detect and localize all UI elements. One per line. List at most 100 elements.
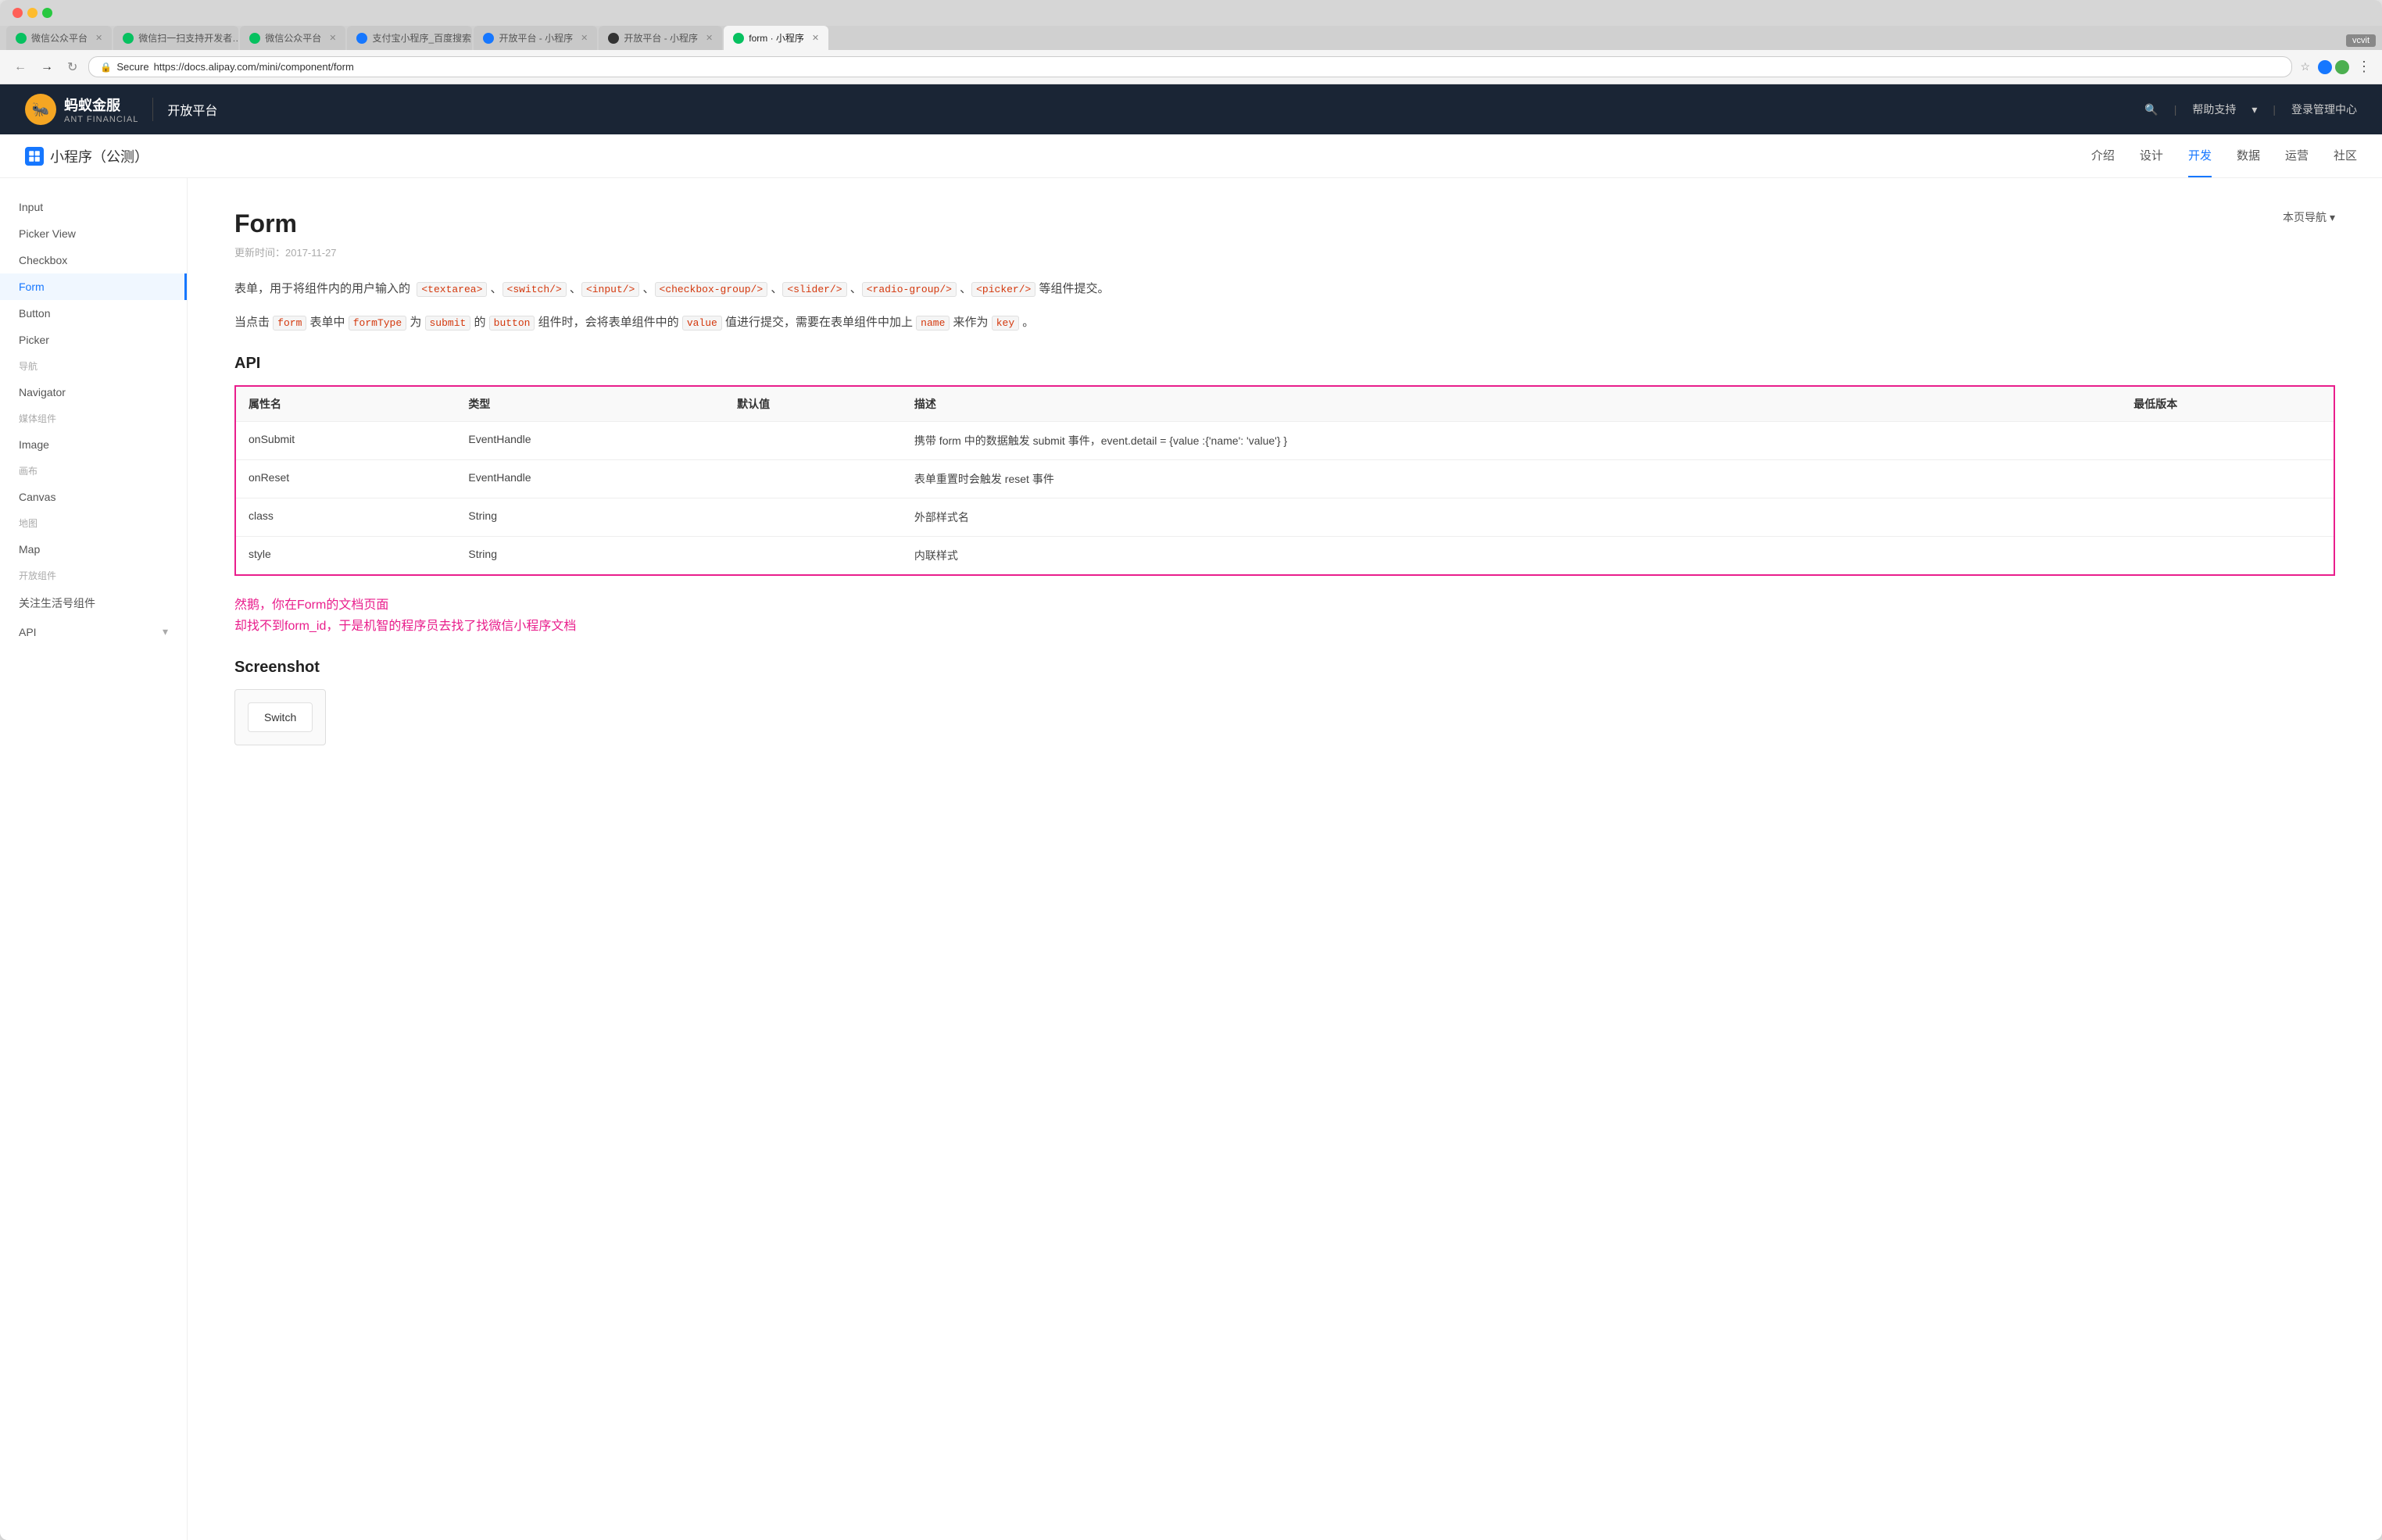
tab-6[interactable]: 开放平台 - 小程序 ✕ <box>599 26 722 50</box>
description-1: 表单，用于将组件内的用户输入的 <textarea> 、<switch/> 、<… <box>234 278 2335 299</box>
search-icon[interactable]: 🔍 <box>2144 103 2158 116</box>
table-row-onreset: onReset EventHandle 表单重置时会触发 reset 事件 <box>235 460 2334 498</box>
secure-icon: 🔒 <box>100 62 112 73</box>
page-title: Form <box>234 209 297 238</box>
sidebar-item-picker-label: Picker <box>19 334 49 346</box>
maximize-button[interactable] <box>42 8 52 18</box>
sidebar-item-canvas[interactable]: Canvas <box>0 484 187 510</box>
sidebar-item-picker[interactable]: Picker <box>0 327 187 353</box>
nav-link-intro[interactable]: 介绍 <box>2091 134 2115 177</box>
sidebar-item-navigator-label: Navigator <box>19 386 66 398</box>
tab-label-5: 开放平台 - 小程序 <box>499 31 573 45</box>
desc-1-text: 表单，用于将组件内的用户输入的 <box>234 282 410 295</box>
nav-link-design[interactable]: 设计 <box>2140 134 2163 177</box>
tab-1[interactable]: 微信公众平台 ✕ <box>6 26 112 50</box>
nav-link-ops[interactable]: 运营 <box>2285 134 2309 177</box>
secure-label: Secure <box>116 61 148 73</box>
table-row-style: style String 内联样式 <box>235 537 2334 576</box>
help-dropdown-icon[interactable]: ▾ <box>2251 103 2257 116</box>
sidebar-item-checkbox[interactable]: Checkbox <box>0 247 187 273</box>
refresh-button[interactable]: ↻ <box>64 58 80 77</box>
cell-onsubmit-minver <box>2121 422 2334 460</box>
sidebar-item-button-label: Button <box>19 307 50 320</box>
cell-onsubmit-attr: onSubmit <box>235 422 456 460</box>
sidebar-item-image-label: Image <box>19 438 49 451</box>
sidebar-item-button[interactable]: Button <box>0 300 187 327</box>
logo-icon: 🐜 <box>25 94 56 125</box>
code-tag-textarea: <textarea> <box>417 282 487 297</box>
tab-4[interactable]: 支付宝小程序_百度搜索 ✕ <box>347 26 472 50</box>
code-button: button <box>489 316 535 331</box>
tab-label-2: 微信扫一扫支持开发者… <box>138 31 238 45</box>
ext-icon-2[interactable] <box>2335 60 2349 74</box>
back-button[interactable]: ← <box>11 59 30 76</box>
sidebar-item-input-label: Input <box>19 201 43 213</box>
col-desc: 描述 <box>902 386 2121 422</box>
sidebar-item-map[interactable]: Map <box>0 536 187 563</box>
sidebar-item-navigator[interactable]: Navigator <box>0 379 187 406</box>
nav-link-data[interactable]: 数据 <box>2237 134 2260 177</box>
sidebar-item-api-label: API <box>19 626 37 638</box>
forward-button[interactable]: → <box>38 59 56 76</box>
sidebar-item-api[interactable]: API ▾ <box>0 618 187 645</box>
tab-close-1[interactable]: ✕ <box>95 33 102 43</box>
code-tag-switch: <switch/> <box>503 282 567 297</box>
code-tag-slider: <slider/> <box>782 282 846 297</box>
help-link[interactable]: 帮助支持 <box>2192 102 2236 117</box>
cell-onsubmit-default <box>724 422 902 460</box>
site-header: 🐜 蚂蚁金服 ANT FINANCIAL 开放平台 🔍 | 帮助支持 ▾ | 登… <box>0 84 2382 134</box>
table-row-class: class String 外部样式名 <box>235 498 2334 537</box>
tab-close-7[interactable]: ✕ <box>812 33 819 43</box>
cell-style-minver <box>2121 537 2334 576</box>
logo-area: 🐜 蚂蚁金服 ANT FINANCIAL 开放平台 <box>25 94 217 125</box>
cell-onsubmit-desc: 携带 form 中的数据触发 submit 事件，event.detail = … <box>902 422 2121 460</box>
main-layout: Input Picker View Checkbox Form Button P… <box>0 178 2382 1540</box>
tab-5[interactable]: 开放平台 - 小程序 ✕ <box>474 26 597 50</box>
sidebar-item-input[interactable]: Input <box>0 194 187 220</box>
tab-favicon-4 <box>356 33 367 44</box>
cell-class-desc: 外部样式名 <box>902 498 2121 537</box>
nav-link-community[interactable]: 社区 <box>2334 134 2357 177</box>
sidebar-section-nav: 导航 <box>0 353 187 379</box>
sidebar-item-canvas-label: Canvas <box>19 491 55 503</box>
sidebar-item-form[interactable]: Form <box>0 273 187 300</box>
screenshot-preview: Switch <box>234 689 326 745</box>
tab-close-6[interactable]: ✕ <box>706 33 713 43</box>
pipe-2: | <box>2273 103 2276 116</box>
annotation-line1: 然鹅，你在Form的文档页面 <box>234 595 2335 616</box>
tab-2[interactable]: 微信扫一扫支持开发者… ✕ <box>113 26 238 50</box>
tab-close-3[interactable]: ✕ <box>329 33 336 43</box>
sidebar-item-life-component[interactable]: 关注生活号组件 <box>0 588 187 618</box>
code-tag-radio-group: <radio-group/> <box>862 282 957 297</box>
code-submit: submit <box>425 316 471 331</box>
code-key: key <box>992 316 1019 331</box>
close-button[interactable] <box>13 8 23 18</box>
sidebar-item-picker-view[interactable]: Picker View <box>0 220 187 247</box>
sub-nav-brand: 小程序（公测） <box>25 135 148 177</box>
url-bar[interactable]: 🔒 Secure https://docs.alipay.com/mini/co… <box>88 56 2292 77</box>
api-section-title: API <box>234 355 2335 373</box>
logo-main-text: 蚂蚁金服 <box>64 95 138 115</box>
col-minver: 最低版本 <box>2121 386 2334 422</box>
code-tag-picker: <picker/> <box>971 282 1035 297</box>
sub-nav-links: 介绍 设计 开发 数据 运营 社区 <box>2091 134 2357 177</box>
sidebar-item-image[interactable]: Image <box>0 431 187 458</box>
tab-close-5[interactable]: ✕ <box>581 33 588 43</box>
traffic-lights <box>13 8 52 18</box>
cell-onreset-desc: 表单重置时会触发 reset 事件 <box>902 460 2121 498</box>
browser-menu-icon[interactable]: ⋮ <box>2357 59 2371 75</box>
code-name: name <box>916 316 950 331</box>
sidebar-item-life-component-label: 关注生活号组件 <box>19 595 95 611</box>
tab-7[interactable]: form · 小程序 ✕ <box>724 26 828 50</box>
nav-link-dev[interactable]: 开发 <box>2188 134 2212 177</box>
open-platform-label: 开放平台 <box>167 100 217 119</box>
login-link[interactable]: 登录管理中心 <box>2291 102 2357 117</box>
minimize-button[interactable] <box>27 8 38 18</box>
page-nav-button[interactable]: 本页导航 ▾ <box>2283 209 2335 225</box>
bookmark-icon[interactable]: ☆ <box>2300 60 2310 73</box>
url-display: https://docs.alipay.com/mini/component/f… <box>154 61 354 73</box>
ext-icon-1[interactable] <box>2318 60 2332 74</box>
cell-onreset-attr: onReset <box>235 460 456 498</box>
vcvit-label: vcvit <box>2346 34 2376 47</box>
tab-3[interactable]: 微信公众平台 ✕ <box>240 26 345 50</box>
